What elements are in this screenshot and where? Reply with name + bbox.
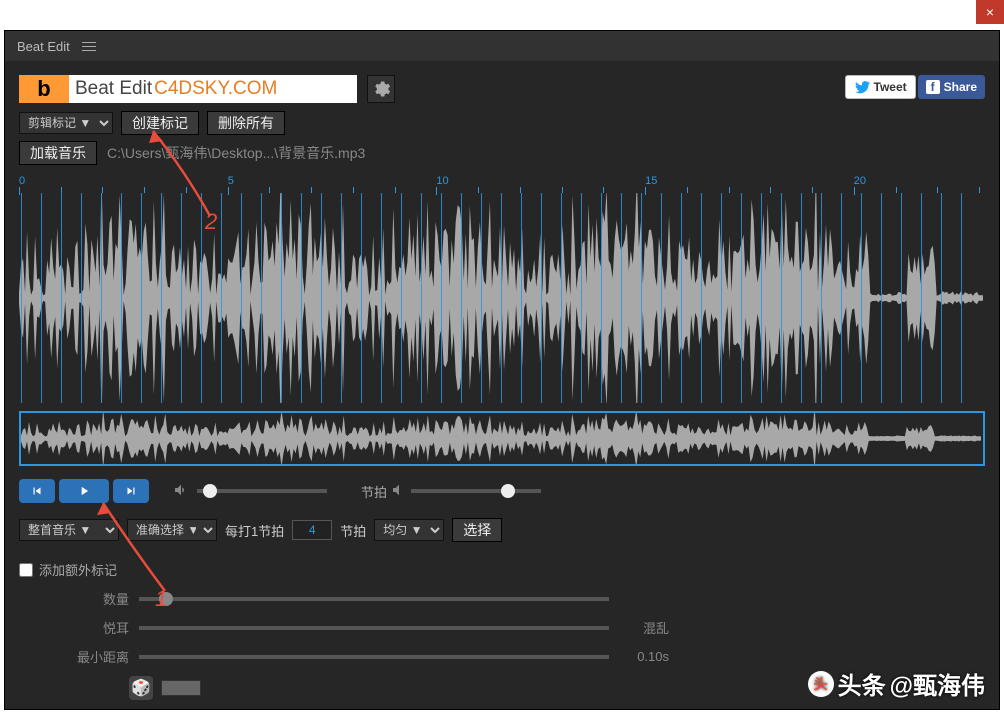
randomize-button[interactable]: 🎲 <box>129 676 153 700</box>
share-row: Tweet f Share <box>845 75 985 99</box>
marker-controls: 剪辑标记 ▼ 创建标记 删除所有 <box>19 111 985 135</box>
accuracy-select[interactable]: 准确选择 ▼ <box>127 519 217 541</box>
annotation-2: 2 <box>205 209 217 235</box>
titlebar: × <box>0 0 1004 28</box>
gear-icon <box>371 79 391 99</box>
watermark: 头 头条 @甄海伟 <box>808 666 985 701</box>
fb-label: Share <box>944 80 977 94</box>
qty-label: 数量 <box>59 589 129 608</box>
watermark-brand: 头条 <box>838 666 886 701</box>
extra-marker-checkbox[interactable] <box>19 563 33 577</box>
skip-fwd-button[interactable] <box>113 479 149 503</box>
tweet-label: Tweet <box>874 80 907 94</box>
delete-all-button[interactable]: 删除所有 <box>207 111 285 135</box>
volume-control <box>173 482 327 501</box>
skip-back-icon <box>30 484 44 498</box>
tempo-param-label: 节拍 <box>340 521 366 540</box>
every-beat-input[interactable] <box>292 520 332 540</box>
tweet-button[interactable]: Tweet <box>845 75 916 99</box>
pleasant-label: 悦耳 <box>59 618 129 637</box>
load-music-button[interactable]: 加载音乐 <box>19 141 97 165</box>
logo-row: b Beat Edit C4DSKY.COM <box>19 75 985 103</box>
color-swatch[interactable] <box>161 680 201 696</box>
uniform-select[interactable]: 均匀 ▼ <box>374 519 444 541</box>
tempo-icon <box>391 482 407 501</box>
min-dist-label: 最小距离 <box>59 647 129 666</box>
annotation-1: 1 <box>155 586 167 612</box>
logo-b-icon: b <box>19 75 69 103</box>
fb-share-button[interactable]: f Share <box>918 75 985 99</box>
file-path-label: C:\Users\甄海伟\Desktop...\背景音乐.mp3 <box>107 143 365 163</box>
extra-controls: 数量 悦耳 混乱 最小距离 0.10s 🎲 <box>59 589 669 700</box>
scope-select[interactable]: 整首音乐 ▼ <box>19 519 119 541</box>
marker-type-select[interactable]: 剪辑标记 ▼ <box>19 112 113 134</box>
skip-back-button[interactable] <box>19 479 55 503</box>
param-row: 整首音乐 ▼ 准确选择 ▼ 每打1节拍 节拍 均匀 ▼ 选择 <box>19 518 985 542</box>
min-dist-value: 0.10s <box>619 649 669 664</box>
pleasant-slider[interactable] <box>139 626 609 630</box>
watermark-author: @甄海伟 <box>890 666 985 701</box>
panel-root: Beat Edit b Beat Edit C4DSKY.COM Tweet f… <box>4 30 1000 710</box>
play-button[interactable] <box>59 479 109 503</box>
waveform-area[interactable]: 05101520 <box>19 169 985 405</box>
volume-icon <box>173 482 189 501</box>
logo: b Beat Edit C4DSKY.COM <box>19 75 357 103</box>
tempo-slider-label: 节拍 <box>361 482 387 501</box>
transport-controls: 节拍 <box>19 478 985 504</box>
extra-marker-check: 添加额外标记 <box>19 560 985 579</box>
logo-url: C4DSKY.COM <box>152 78 277 100</box>
panel-title: Beat Edit <box>17 39 70 54</box>
extra-marker-label: 添加额外标记 <box>39 560 117 579</box>
chaos-label: 混乱 <box>619 618 669 637</box>
panel-header: Beat Edit <box>5 31 999 61</box>
facebook-icon: f <box>926 80 940 94</box>
close-button[interactable]: × <box>976 0 1004 24</box>
waveform-overview[interactable] <box>19 411 985 466</box>
watermark-icon: 头 <box>808 671 834 697</box>
load-row: 加载音乐 C:\Users\甄海伟\Desktop...\背景音乐.mp3 <box>19 141 985 165</box>
settings-button[interactable] <box>367 75 395 103</box>
logo-name: Beat Edit <box>69 78 152 100</box>
waveform-main[interactable] <box>19 193 985 403</box>
play-icon <box>77 484 91 498</box>
twitter-icon <box>854 79 870 95</box>
every-beat-label: 每打1节拍 <box>225 521 284 540</box>
select-button[interactable]: 选择 <box>452 518 502 542</box>
skip-fwd-icon <box>124 484 138 498</box>
volume-slider[interactable] <box>197 489 327 493</box>
qty-slider[interactable] <box>139 597 609 601</box>
panel-content: b Beat Edit C4DSKY.COM Tweet f Share 剪辑标… <box>5 61 999 709</box>
min-dist-slider[interactable] <box>139 655 609 659</box>
tempo-slider[interactable] <box>411 489 541 493</box>
create-marker-button[interactable]: 创建标记 <box>121 111 199 135</box>
panel-menu-icon[interactable] <box>82 39 96 54</box>
